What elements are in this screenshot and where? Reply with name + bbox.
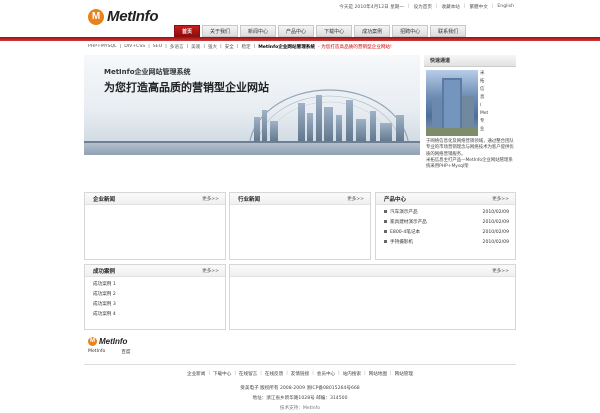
more-link[interactable]: 更多>>: [202, 268, 219, 274]
more-link[interactable]: 更多>>: [492, 268, 509, 274]
bullet-icon: [384, 210, 387, 213]
nav-home[interactable]: 首页: [174, 25, 201, 37]
current-date: 今天是 2010年4月12日 星期一: [339, 5, 404, 10]
nav-news[interactable]: 新闻中心: [240, 25, 277, 37]
main-nav: 首页 关于我们 新闻中心 产品中心 下载中心 成功案例 招聘中心 联系我们: [174, 25, 467, 37]
quick-access-title: 快速通道: [424, 55, 516, 67]
nav-products[interactable]: 产品中心: [278, 25, 315, 37]
crumb-item: 稳定: [241, 45, 251, 50]
list-item[interactable]: 成功案例 2: [93, 290, 219, 300]
crumb-item: 安全: [224, 45, 234, 50]
crumb-item: 多语言: [169, 45, 184, 50]
english-link[interactable]: English: [497, 4, 514, 10]
nav-contact[interactable]: 联系我们: [430, 25, 467, 37]
footer-link[interactable]: 网站管理: [395, 371, 413, 377]
footer-divider: [84, 364, 516, 365]
link-list: MetInfo 百度: [88, 349, 516, 355]
crumb-item: PHP+MYSQL: [88, 44, 117, 49]
more-link[interactable]: 更多>>: [492, 196, 509, 202]
product-list: 汽车演示产品 2010/02/09 家具建材演示产品 2010/02/09 E8…: [376, 205, 515, 248]
site-logo[interactable]: M MetInfo: [88, 8, 159, 25]
separator: |: [491, 4, 494, 9]
nav-underline: [0, 37, 600, 41]
panel-title: 成功案例: [93, 268, 116, 275]
list-item[interactable]: 手持摄影机 2010/02/09: [384, 238, 509, 248]
traditional-chinese-link[interactable]: 繁體中文: [469, 4, 487, 10]
building-graphic: [426, 78, 478, 136]
set-home-link[interactable]: 设为首页: [414, 4, 432, 10]
logo-icon: M: [88, 8, 104, 25]
more-link[interactable]: 更多>>: [202, 196, 219, 202]
list-item[interactable]: 汽车演示产品 2010/02/09: [384, 208, 509, 218]
nav-jobs[interactable]: 招聘中心: [392, 25, 429, 37]
logo-text: MetInfo: [99, 337, 128, 346]
separator: |: [463, 4, 466, 9]
logo-text: MetInfo: [107, 8, 159, 25]
header: M MetInfo 今天是 2010年4月12日 星期一 | 设为首页 | 收藏…: [0, 0, 600, 28]
company-building-image: [426, 70, 478, 136]
top-links: 今天是 2010年4月12日 星期一 | 设为首页 | 收藏本站 | 繁體中文 …: [339, 4, 514, 10]
item-date: 2010/02/09: [482, 240, 509, 245]
footer-link[interactable]: 站内搜索: [343, 371, 361, 377]
crumb-item: 美观: [191, 45, 201, 50]
list-item[interactable]: E800-4笔记本 2010/02/09: [384, 228, 509, 238]
nav-downloads[interactable]: 下载中心: [316, 25, 353, 37]
breadcrumb: PHP+MYSQL | DIV+CSS | SEO | 多语言 | 美观 | 强大 | 安全…: [88, 44, 516, 53]
footer-link[interactable]: 下载中心: [213, 371, 231, 377]
item-date: 2010/02/09: [482, 210, 509, 215]
item-date: 2010/02/09: [482, 230, 509, 235]
company-news-panel: 企业新闻 更多>>: [84, 192, 226, 260]
list-item[interactable]: 成功案例 3: [93, 300, 219, 310]
products-panel: 产品中心 更多>> 汽车演示产品 2010/02/09 家具建材演示产品 201…: [375, 192, 516, 260]
success-cases-panel: 成功案例 更多>> 成功案例 1 成功案例 2 成功案例 3 成功案例 4: [84, 264, 226, 330]
panel-title: 产品中心: [384, 196, 407, 203]
list-item[interactable]: 成功案例 1: [93, 280, 219, 290]
nav-about[interactable]: 关于我们: [202, 25, 239, 37]
footer-address: 地址：浙江省乡新华路1028号 邮编：314500: [252, 396, 348, 401]
more-link[interactable]: 更多>>: [347, 196, 364, 202]
panel-title: 企业新闻: [93, 196, 116, 203]
footer-link[interactable]: 会员中心: [317, 371, 335, 377]
footer-link[interactable]: 在线留言: [239, 371, 257, 377]
hero-banner: MetInfo企业网站管理系统 为您打造高品质的营销型企业网站: [84, 55, 420, 155]
crumb-slogan: - 为您打造高品质的营销型企业网站!: [317, 45, 392, 50]
favorite-link[interactable]: 收藏本站: [442, 4, 460, 10]
footer-link[interactable]: 企业新闻: [187, 371, 205, 377]
case-list: 成功案例 1 成功案例 2 成功案例 3 成功案例 4: [85, 277, 225, 320]
link-baidu[interactable]: 百度: [121, 349, 130, 355]
crumb-item: 强大: [207, 45, 218, 50]
logo-icon: M: [88, 337, 97, 346]
quick-intro-text: 于网络信息化及网络营销领域，通过整合团队专业的市场营销理念与网络技术为客户提供优…: [426, 139, 514, 170]
crumb-current: MetInfo企业网站管理系统: [258, 45, 315, 50]
bullet-icon: [384, 240, 387, 243]
banner-subtitle: MetInfo企业网站管理系统: [104, 68, 191, 76]
separator: |: [435, 4, 438, 9]
footer-link[interactable]: 友情链接: [291, 371, 309, 377]
separator: |: [407, 4, 410, 9]
footer-nav: 企业新闻 | 下载中心 | 在线留言 | 在线反馈 | 友情链接 | 会员中心 | 站内搜索…: [186, 371, 413, 377]
quick-side-text: 米 拓 信 息 ( Met 专 业: [480, 71, 489, 132]
item-date: 2010/02/09: [482, 220, 509, 225]
crumb-item: DIV+CSS: [124, 44, 146, 49]
industry-news-panel: 行业新闻 更多>>: [229, 192, 371, 260]
link-metinfo[interactable]: MetInfo: [88, 349, 105, 355]
empty-panel: 更多>>: [229, 264, 516, 330]
bullet-icon: [384, 230, 387, 233]
panel-title: 行业新闻: [238, 196, 261, 203]
crumb-item: SEO: [152, 44, 163, 49]
footer-copyright: 受美电子 版权所有 2008-2009 浙ICP备08015264号668: [240, 386, 360, 391]
footer-support: 技术支持：MetInfo: [279, 406, 321, 411]
link-logo[interactable]: M MetInfo: [88, 337, 516, 346]
quick-access-panel: 快速通道 米 拓 信 息 ( Met 专 业 于网络信息化及网络营销领域，通过整…: [424, 55, 516, 190]
friendly-links: M MetInfo MetInfo 百度: [88, 337, 516, 355]
footer-link[interactable]: 在线反馈: [265, 371, 283, 377]
bullet-icon: [384, 220, 387, 223]
list-item[interactable]: 成功案例 4: [93, 310, 219, 320]
nav-cases[interactable]: 成功案例: [354, 25, 391, 37]
banner-headline: 为您打造高品质的营销型企业网站: [104, 81, 269, 94]
list-item[interactable]: 家具建材演示产品 2010/02/09: [384, 218, 509, 228]
footer-link[interactable]: 网站地图: [369, 371, 387, 377]
